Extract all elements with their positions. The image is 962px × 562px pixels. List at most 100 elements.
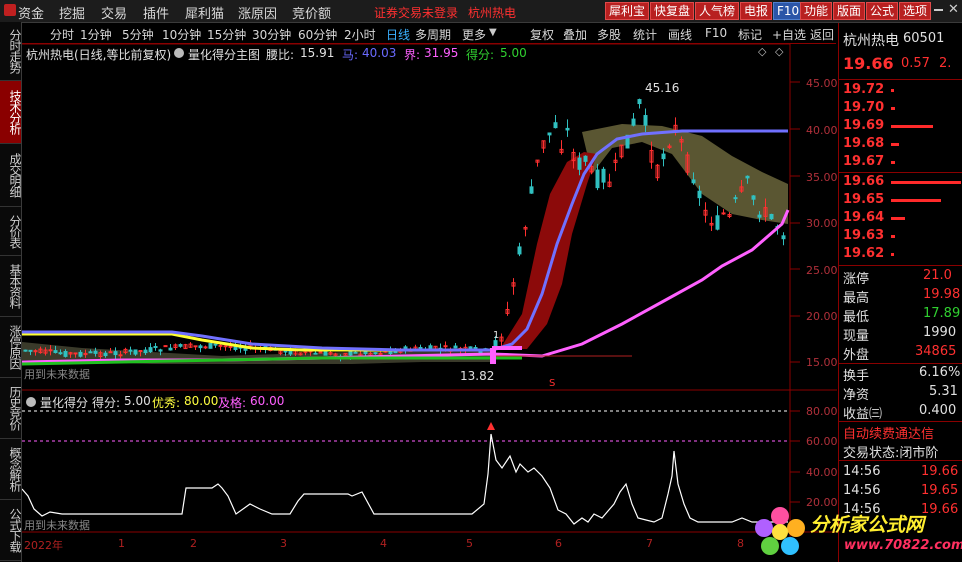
signal-box-icon (490, 348, 496, 364)
sub-jige-value: 60.00 (250, 394, 285, 408)
stat-label-waipan: 外盘 (843, 348, 870, 363)
sub-chart-title[interactable]: 量化得分 (40, 394, 88, 411)
chart-area[interactable] (22, 44, 837, 552)
period-more[interactable]: 更多 (462, 26, 486, 43)
candle-body (353, 351, 358, 354)
score-line (22, 433, 788, 525)
candle-body (529, 186, 534, 194)
tool-fanhui[interactable]: 返回 (810, 26, 834, 43)
quote-panel: 杭州热电 60501 19.66 0.57 2. 19.72 19.70 19.… (838, 23, 962, 562)
candle-body (53, 350, 58, 354)
menu-item-chajian[interactable]: 插件 (143, 3, 169, 22)
banmian-button[interactable]: 版面 (833, 2, 866, 20)
close-icon[interactable]: ✕ (948, 2, 959, 17)
signal-marker-label: 1 (493, 330, 500, 341)
menu-item-xilimao[interactable]: 犀利猫 (185, 3, 224, 22)
watermark-url: www.70822.com (844, 538, 962, 553)
candle-body (128, 349, 133, 352)
menu-item-jingjiae[interactable]: 竞价额 (292, 3, 331, 22)
menu-item-zhangyuanyin[interactable]: 涨原因 (238, 3, 277, 22)
tab-fenjia[interactable]: 分价表 (0, 207, 22, 256)
tab-fenshi[interactable]: 分时走势 (0, 22, 22, 81)
tick-price-2: 19.65 (921, 483, 959, 498)
indicator-name[interactable]: 量化得分主图 (188, 46, 260, 63)
tab-jiben[interactable]: 基本资料 (0, 256, 22, 317)
diamond-icon-2[interactable]: ◇ (775, 45, 783, 58)
tab-jishu[interactable]: 技术分析 (0, 81, 22, 144)
diamond-icon[interactable]: ◇ (758, 45, 766, 58)
candle-body (108, 351, 113, 354)
candle-body (348, 351, 353, 356)
tab-lishi-jingjia[interactable]: 历史竞价 (0, 378, 22, 439)
candle-body (378, 352, 383, 355)
tab-gainian[interactable]: 概念解析 (0, 439, 22, 500)
period-15min[interactable]: 15分钟 (207, 26, 246, 43)
tool-huaxian[interactable]: 画线 (668, 26, 692, 43)
ind-defen-label: 得分: (466, 48, 495, 62)
period-daily[interactable]: 日线 (386, 26, 410, 43)
tool-f10[interactable]: F10 (705, 26, 727, 40)
xilibao-button[interactable]: 犀利宝 (605, 2, 650, 20)
candle-body (781, 235, 786, 240)
tool-tongji[interactable]: 统计 (633, 26, 657, 43)
high-price-label: 45.16 (645, 81, 680, 95)
candle-body (153, 346, 158, 349)
stock-name: 杭州热电 (843, 33, 899, 49)
kuaifupan-button[interactable]: 快复盘 (650, 2, 695, 20)
period-5min[interactable]: 5分钟 (122, 26, 154, 43)
candle-body (733, 197, 738, 200)
tool-fuquan[interactable]: 复权 (530, 26, 554, 43)
cloud-band (582, 124, 788, 224)
more-chevron-icon[interactable]: ▼ (489, 27, 497, 38)
renqibang-button[interactable]: 人气榜 (695, 2, 740, 20)
sub-y-tick-40: 40.00 (806, 466, 838, 479)
candle-body (118, 354, 123, 357)
tool-biaoji[interactable]: 标记 (738, 26, 762, 43)
stat-value-zuidi: 17.89 (923, 306, 961, 321)
candle-body (133, 349, 138, 355)
period-60min[interactable]: 60分钟 (298, 26, 337, 43)
candle-body (547, 132, 552, 136)
minimize-icon[interactable] (934, 9, 943, 11)
x-tick-1: 1 (118, 537, 125, 550)
period-1min[interactable]: 1分钟 (80, 26, 112, 43)
period-2h[interactable]: 2小时 (344, 26, 376, 43)
tab-zhangting[interactable]: 涨停原因 (0, 317, 22, 378)
stat-label-huanshou: 换手 (843, 369, 870, 384)
candle-body (163, 345, 168, 348)
period-30min[interactable]: 30分钟 (252, 26, 291, 43)
indicator-toggle-icon[interactable] (174, 48, 184, 58)
candle-body (565, 127, 570, 131)
x-tick-2022: 2022年 (24, 539, 63, 552)
menu-item-wajue[interactable]: 挖掘 (59, 3, 85, 22)
ask-volume-bar (891, 161, 895, 164)
tool-zixuan[interactable]: +自选 (772, 26, 806, 43)
app-logo-icon (4, 4, 16, 16)
menu-item-jiaoyi[interactable]: 交易 (101, 3, 127, 22)
renew-notice[interactable]: 自动续费通达信 (843, 423, 934, 442)
tick-time-2: 14:56 (843, 483, 881, 498)
gongneng-button[interactable]: 功能 (800, 2, 833, 20)
tab-gongshi-xiazai[interactable]: 公式下载 (0, 500, 22, 561)
menu-item-zijin[interactable]: 资金 (18, 3, 44, 22)
ind-ma-value: 40.03 (362, 46, 397, 60)
gongshi-button[interactable]: 公式 (866, 2, 899, 20)
tool-diejia[interactable]: 叠加 (563, 26, 587, 43)
login-notice[interactable]: 证券交易未登录 (374, 4, 458, 21)
candle-body (113, 351, 118, 356)
period-multi[interactable]: 多周期 (415, 26, 451, 43)
sub-youxiu-value: 80.00 (184, 394, 219, 408)
candle-body (178, 344, 183, 347)
tool-duogu[interactable]: 多股 (597, 26, 621, 43)
tab-chengjiao[interactable]: 成交明细 (0, 144, 22, 207)
bid-price-3: 19.64 (843, 210, 885, 225)
candle-body (323, 351, 328, 356)
f10-button[interactable]: F10 (773, 2, 804, 20)
dianbao-button[interactable]: 电报 (740, 2, 773, 20)
jie-line (22, 209, 790, 364)
period-fenshi[interactable]: 分时 (50, 26, 74, 43)
period-10min[interactable]: 10分钟 (162, 26, 201, 43)
bid-price-5: 19.62 (843, 246, 885, 261)
xuanxiang-button[interactable]: 选项 (899, 2, 932, 20)
sub-indicator-toggle-icon[interactable] (26, 397, 36, 407)
